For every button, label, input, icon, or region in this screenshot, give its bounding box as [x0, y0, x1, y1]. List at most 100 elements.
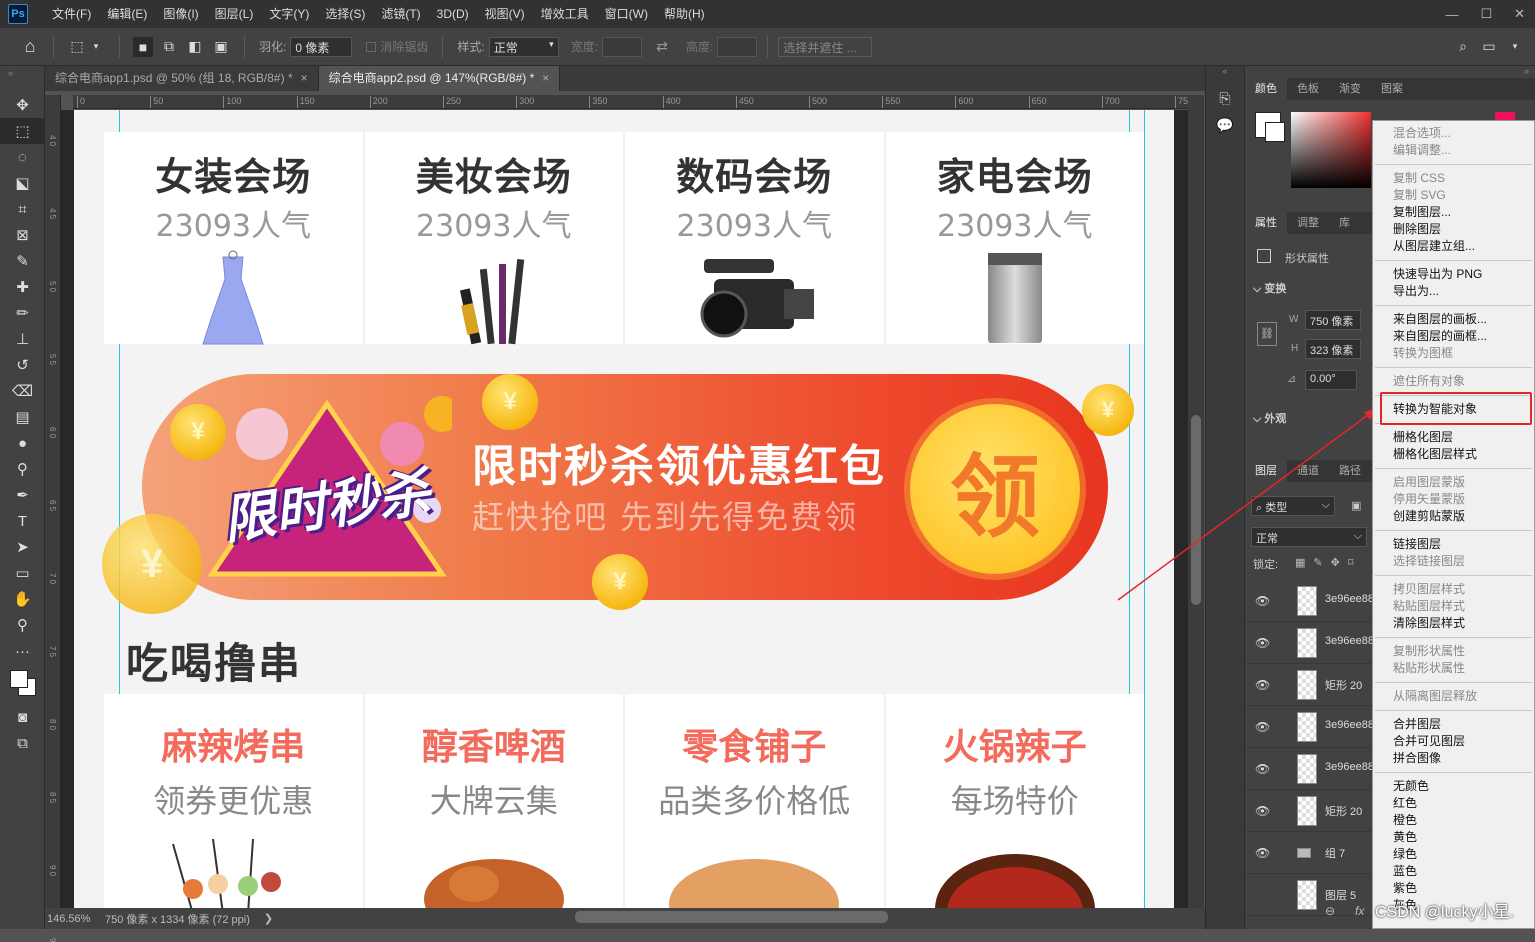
width-input[interactable] — [602, 36, 643, 57]
tab-adjustments[interactable]: 调整 — [1287, 212, 1329, 234]
visibility-eye-icon[interactable]: 👁 — [1255, 846, 1270, 860]
food-card[interactable]: 醇香啤酒 大牌云集 — [365, 694, 625, 908]
context-menu-item[interactable]: 链接图层 — [1373, 536, 1534, 553]
color-picker-field[interactable] — [1291, 112, 1371, 188]
layer-name[interactable]: 图层 5 — [1325, 887, 1356, 903]
category-card[interactable]: 数码会场 23093人气 — [625, 132, 886, 344]
comments-icon[interactable]: 💬 — [1206, 117, 1244, 134]
screen-mode-icon[interactable]: ⧉ — [0, 730, 45, 756]
antialias-checkbox[interactable] — [366, 41, 377, 52]
brush-tool-icon[interactable]: ✏ — [0, 300, 45, 326]
object-select-tool-icon[interactable]: ⬕ — [0, 170, 45, 196]
move-tool-icon[interactable]: ✥ — [0, 92, 45, 118]
chevron-down-icon[interactable]: ▾ — [86, 37, 106, 57]
subtract-selection-icon[interactable]: ◧ — [185, 37, 205, 57]
eyedropper-tool-icon[interactable]: ✎ — [0, 248, 45, 274]
color-swatches-icon[interactable] — [0, 664, 45, 704]
tab-gradients[interactable]: 渐变 — [1329, 78, 1371, 100]
context-menu-item[interactable]: 创建剪贴蒙版 — [1373, 508, 1534, 525]
menu-item[interactable]: 文字(Y) — [261, 0, 317, 28]
context-menu-item[interactable]: 橙色 — [1373, 812, 1534, 829]
tab-swatches[interactable]: 色板 — [1287, 78, 1329, 100]
category-card[interactable]: 美妆会场 23093人气 — [365, 132, 625, 345]
tab-document-2[interactable]: 综合电商app2.psd @ 147%(RGB/8#) * × — [318, 66, 561, 91]
layer-name[interactable]: 矩形 20 — [1325, 677, 1362, 693]
type-tool-icon[interactable]: T — [0, 508, 45, 534]
horizontal-scrollbar-thumb[interactable] — [575, 911, 888, 923]
menu-item[interactable]: 滤镜(T) — [373, 0, 428, 28]
menu-item[interactable]: 增效工具 — [533, 0, 597, 28]
context-menu-item[interactable]: 栅格化图层样式 — [1373, 446, 1534, 463]
layer-name[interactable]: 3e96ee88 — [1325, 635, 1374, 647]
layer-name[interactable]: 3e96ee88 — [1325, 719, 1374, 731]
intersect-selection-icon[interactable]: ▣ — [211, 37, 231, 57]
layer-row[interactable]: 👁 3e96ee88 — [1245, 748, 1374, 790]
new-selection-icon[interactable]: ■ — [133, 36, 153, 57]
layer-row[interactable]: 👁 3e96ee88 — [1245, 622, 1374, 664]
context-menu-item[interactable]: 栅格化图层 — [1373, 429, 1534, 446]
context-menu-item[interactable]: 合并图层 — [1373, 716, 1534, 733]
layer-row[interactable]: 图层 5 — [1245, 874, 1373, 916]
expand-icon[interactable]: « — [1206, 66, 1244, 80]
tab-properties[interactable]: 属性 — [1245, 212, 1287, 234]
visibility-eye-icon[interactable]: 👁 — [1255, 636, 1270, 650]
feather-input[interactable]: 0 像素 — [290, 36, 353, 57]
eraser-tool-icon[interactable]: ⌫ — [0, 378, 45, 404]
transform-section[interactable]: ⌵ 变换 — [1253, 280, 1286, 296]
context-menu-item[interactable]: 合并可见图层 — [1373, 733, 1534, 750]
select-and-mask-button[interactable]: 选择并遮住 ... — [778, 36, 873, 57]
zoom-level[interactable]: 146.56% — [47, 913, 97, 925]
more-tools-icon[interactable]: ··· — [0, 638, 45, 664]
category-card[interactable]: 女装会场 23093人气 — [104, 132, 365, 345]
style-select[interactable]: 正常 ▾ — [488, 36, 559, 57]
frame-tool-icon[interactable]: ⊠ — [0, 222, 45, 248]
category-card[interactable]: 家电会场 23093人气 — [886, 132, 1145, 344]
menu-item[interactable]: 视图(V) — [477, 0, 533, 28]
healing-brush-icon[interactable]: ✚ — [0, 274, 45, 300]
layer-row[interactable]: 👁 矩形 20 — [1245, 790, 1373, 832]
menu-item[interactable]: 图层(L) — [207, 0, 262, 28]
clone-stamp-icon[interactable]: ⊥ — [0, 326, 45, 352]
tab-color[interactable]: 颜色 — [1245, 78, 1287, 100]
dodge-tool-icon[interactable]: ⚲ — [0, 456, 45, 482]
angle-field[interactable]: 0.00° — [1305, 370, 1357, 390]
hand-tool-icon[interactable]: ✋ — [0, 586, 45, 612]
visibility-eye-icon[interactable]: 👁 — [1255, 678, 1270, 692]
pen-tool-icon[interactable]: ✒ — [0, 482, 45, 508]
promo-banner[interactable]: ¥ ¥ ¥ ¥ ¥ 限时秒杀 限时秒杀领优惠红包 赶快抢吧 先到先得免费领 领 — [102, 374, 1134, 614]
context-menu-item[interactable]: 清除图层样式 — [1373, 615, 1534, 632]
collapse-icon[interactable]: » — [0, 66, 44, 92]
context-menu-item[interactable]: 从图层建立组... — [1373, 238, 1534, 255]
context-menu-item[interactable]: 红色 — [1373, 795, 1534, 812]
context-menu-item[interactable]: 来自图层的画板... — [1373, 311, 1534, 328]
height-input[interactable] — [717, 36, 758, 57]
width-field[interactable]: 750 像素 — [1305, 310, 1361, 330]
layer-name[interactable]: 3e96ee88 — [1325, 761, 1374, 773]
claim-button[interactable]: 领 — [910, 404, 1080, 574]
search-icon[interactable]: ⌕ — [1453, 37, 1473, 57]
chevron-down-icon[interactable]: ▾ — [1505, 37, 1525, 57]
close-button[interactable]: ✕ — [1514, 6, 1525, 22]
link-layers-icon[interactable]: ⊖ — [1325, 904, 1335, 918]
status-menu-icon[interactable]: ❯ — [264, 912, 273, 925]
maximize-button[interactable]: ☐ — [1480, 6, 1492, 22]
minimize-button[interactable]: — — [1445, 7, 1458, 22]
close-icon[interactable]: × — [542, 71, 549, 85]
visibility-eye-icon[interactable]: 👁 — [1255, 720, 1270, 734]
layer-name[interactable]: 矩形 20 — [1325, 803, 1362, 819]
menu-item[interactable]: 帮助(H) — [656, 0, 713, 28]
context-menu-item[interactable]: 删除图层 — [1373, 221, 1534, 238]
layer-row[interactable]: 👁 矩形 20 — [1245, 664, 1373, 706]
menu-item[interactable]: 编辑(E) — [99, 0, 155, 28]
marquee-tool-icon[interactable]: ⬚ — [0, 118, 45, 144]
history-icon[interactable]: ⎘ — [1206, 90, 1244, 107]
food-card[interactable]: 麻辣烤串 领券更优惠 — [104, 694, 365, 908]
workspace-icon[interactable]: ▭ — [1479, 37, 1499, 57]
gradient-tool-icon[interactable]: ▤ — [0, 404, 45, 430]
history-brush-icon[interactable]: ↺ — [0, 352, 45, 378]
link-icon[interactable]: ⛓ — [1257, 322, 1277, 346]
layer-row[interactable]: 👁 组 7 — [1245, 832, 1373, 874]
swap-icon[interactable]: ⇄ — [652, 37, 672, 57]
menu-item[interactable]: 3D(D) — [429, 0, 477, 28]
context-menu-item[interactable]: 复制图层... — [1373, 204, 1534, 221]
